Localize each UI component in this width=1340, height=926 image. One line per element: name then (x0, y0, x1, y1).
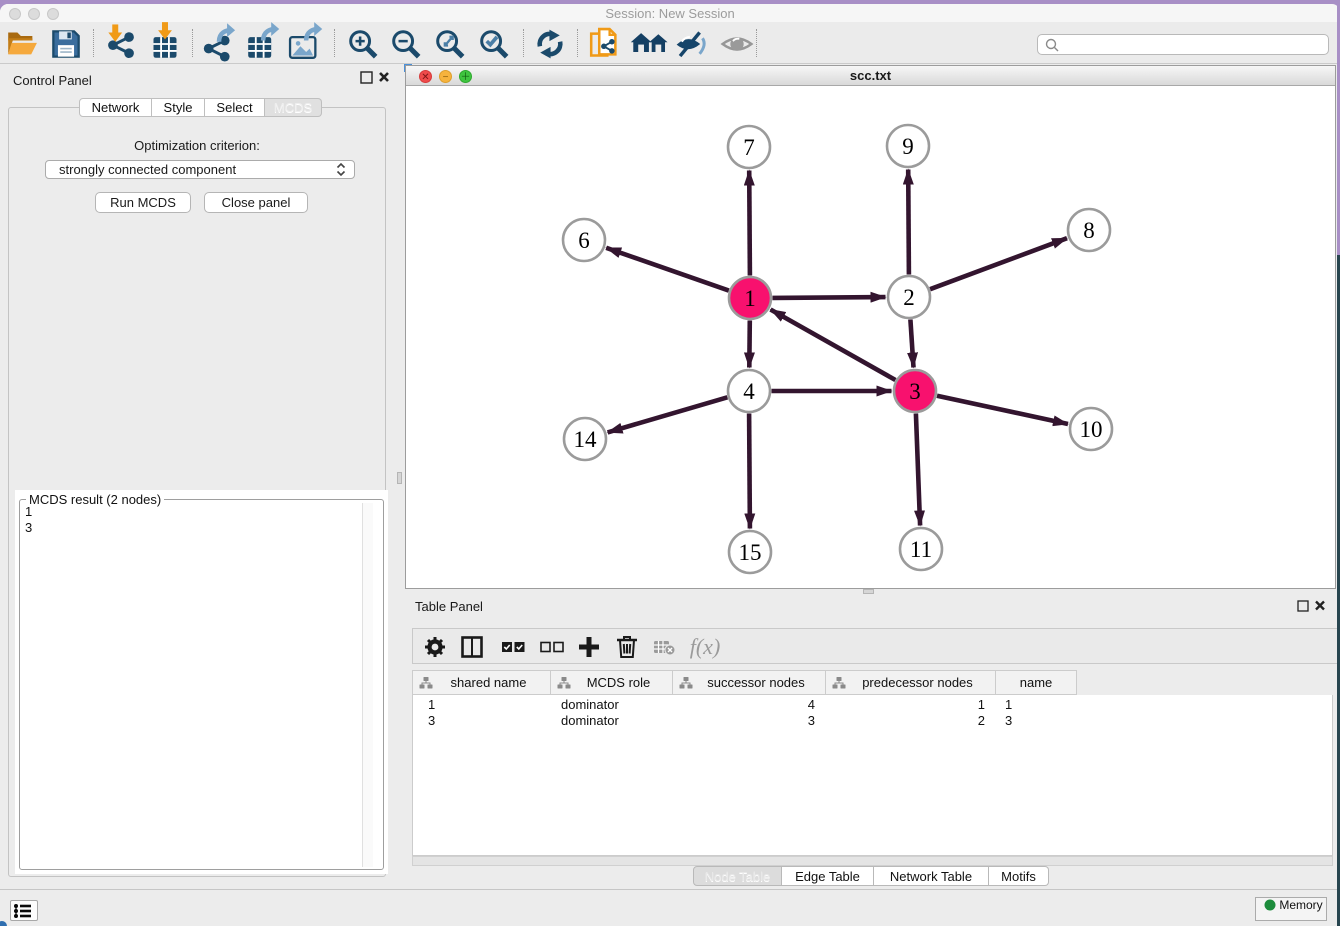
svg-text:2: 2 (903, 285, 915, 310)
svg-text:9: 9 (902, 134, 914, 159)
svg-text:f(x): f(x) (690, 634, 721, 659)
svg-text:10: 10 (1080, 417, 1103, 442)
svg-text:4: 4 (743, 379, 755, 404)
svg-text:7: 7 (743, 135, 755, 160)
svg-text:3: 3 (909, 379, 921, 404)
svg-text:15: 15 (739, 540, 762, 565)
svg-text:8: 8 (1083, 218, 1095, 243)
svg-text:6: 6 (578, 228, 590, 253)
svg-text:1: 1 (744, 286, 756, 311)
svg-text:11: 11 (910, 537, 932, 562)
svg-text:14: 14 (574, 427, 598, 452)
